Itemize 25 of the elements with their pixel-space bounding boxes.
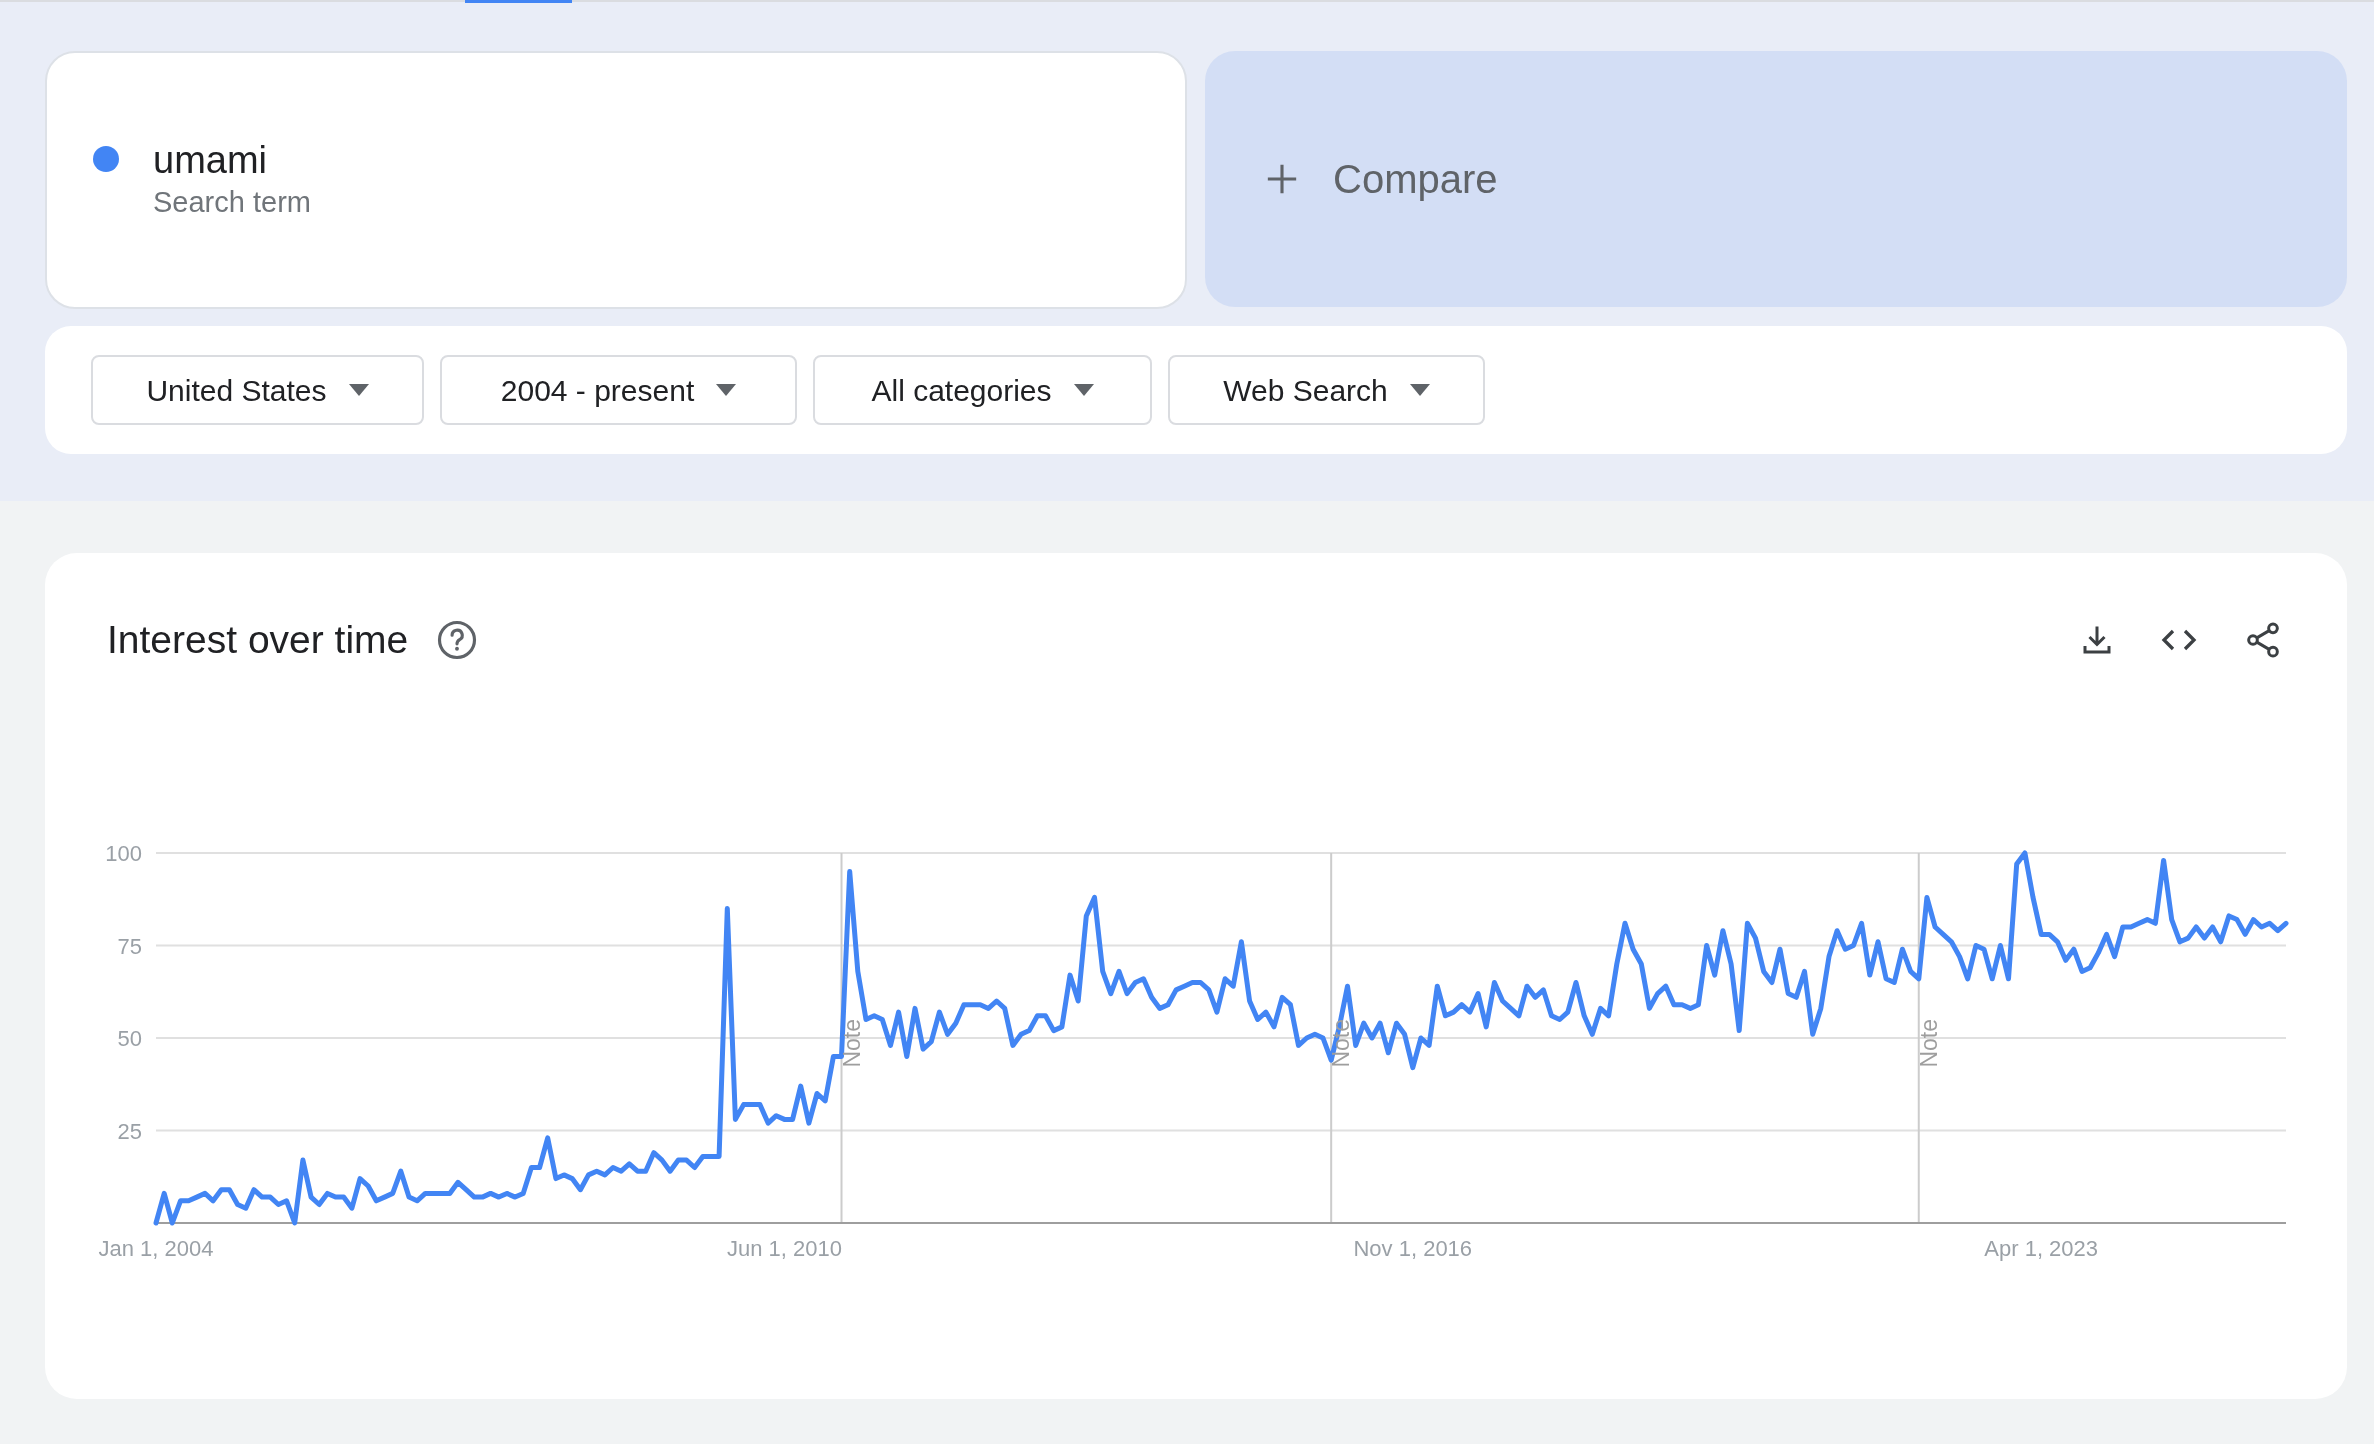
note-label: Note	[1328, 1018, 1355, 1068]
help-icon[interactable]	[436, 619, 479, 662]
filter-dropdown[interactable]: 2004 - present	[440, 355, 797, 425]
x-axis-label: Jun 1, 2010	[726, 1235, 842, 1261]
x-axis-label: Jan 1, 2004	[98, 1235, 214, 1261]
term-subtitle: Search term	[153, 184, 311, 220]
compare-button[interactable]: Compare	[1205, 51, 2347, 307]
caret-icon	[716, 384, 737, 396]
caret-icon	[348, 384, 369, 396]
y-axis-label: 25	[117, 1118, 142, 1143]
x-axis-label: Apr 1, 2023	[1984, 1235, 2099, 1261]
filter-dropdown[interactable]: United States	[91, 355, 424, 425]
y-axis-label: 100	[105, 840, 142, 866]
y-axis-label: 75	[117, 933, 142, 958]
note-label: Note	[1915, 1018, 1942, 1068]
note-label: Note	[838, 1018, 865, 1068]
section-title: Interest over time	[107, 617, 409, 663]
plus-icon	[1265, 162, 1299, 196]
search-term: umami	[153, 138, 269, 184]
caret-icon	[1073, 384, 1094, 396]
caret-icon	[1409, 384, 1430, 396]
y-axis-label: 50	[117, 1025, 142, 1051]
x-axis-label: Nov 1, 2016	[1353, 1235, 1473, 1261]
filter-dropdown[interactable]: Web Search	[1168, 355, 1485, 425]
filter-dropdown[interactable]: All categories	[813, 355, 1152, 425]
